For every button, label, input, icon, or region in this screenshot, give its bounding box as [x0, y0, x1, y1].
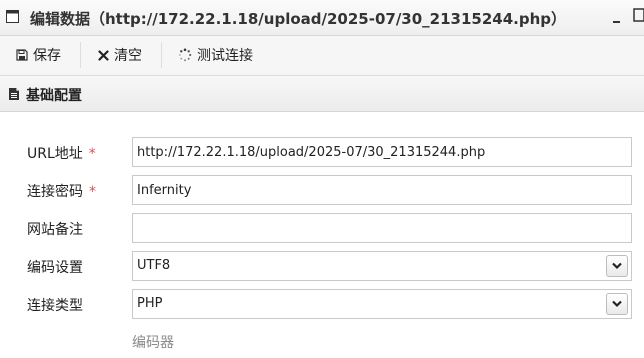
password-label: 连接密码 *	[27, 181, 96, 201]
type-select[interactable]: PHP	[132, 289, 632, 319]
title-bar: 编辑数据（http://172.22.1.18/upload/2025-07/3…	[0, 0, 644, 36]
save-icon	[16, 49, 28, 61]
toolbar: 保存 清空 测试连接	[0, 36, 644, 76]
password-label-text: 连接密码	[27, 184, 83, 200]
password-input[interactable]	[132, 175, 632, 205]
edit-data-window: 编辑数据（http://172.22.1.18/upload/2025-07/3…	[0, 0, 644, 358]
chevron-down-icon	[612, 262, 622, 270]
toolbar-separator	[161, 42, 162, 68]
url-input[interactable]	[132, 137, 632, 167]
save-button[interactable]: 保存	[16, 43, 61, 67]
url-label: URL地址 *	[27, 143, 96, 163]
type-dropdown-button[interactable]	[606, 293, 628, 315]
document-icon	[9, 88, 19, 100]
spinner-icon	[178, 48, 192, 62]
note-label: 网站备注	[27, 222, 83, 238]
test-connection-button[interactable]: 测试连接	[178, 43, 253, 67]
clear-label: 清空	[114, 48, 142, 64]
close-icon[interactable]	[632, 6, 644, 24]
encoding-selected-value: UTF8	[137, 258, 171, 273]
toolbar-separator	[80, 42, 81, 68]
section-title: 基础配置	[26, 88, 82, 104]
encoding-dropdown-button[interactable]	[606, 255, 628, 277]
section-header-basic-config[interactable]: 基础配置	[0, 76, 644, 112]
window-icon	[6, 10, 19, 23]
type-label: 连接类型	[27, 298, 83, 314]
save-label: 保存	[33, 48, 61, 64]
required-mark: *	[88, 146, 96, 162]
chevron-down-icon	[612, 300, 622, 308]
encoder-section-label: 编码器	[132, 335, 174, 351]
clear-button[interactable]: 清空	[98, 43, 142, 67]
x-icon	[98, 49, 109, 61]
url-label-text: URL地址	[27, 146, 83, 162]
test-connection-label: 测试连接	[197, 48, 253, 64]
note-input[interactable]	[132, 213, 632, 243]
encoding-label: 编码设置	[27, 260, 83, 276]
encoding-select[interactable]: UTF8	[132, 251, 632, 281]
minimize-icon[interactable]	[612, 8, 622, 24]
required-mark: *	[89, 184, 96, 200]
window-title: 编辑数据（http://172.22.1.18/upload/2025-07/3…	[30, 10, 567, 28]
type-selected-value: PHP	[137, 296, 163, 311]
